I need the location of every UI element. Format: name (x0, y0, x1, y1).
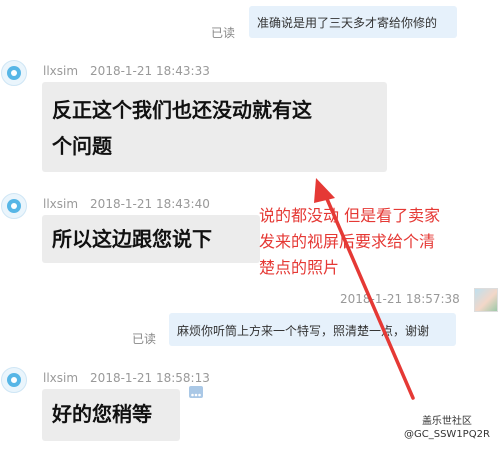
watermark-line: @GC_SSW1PQ2R (404, 429, 490, 440)
annotation-line: 说的都没动 但是看了卖家 (259, 206, 441, 225)
watermark-line: 盖乐世社区 (421, 416, 472, 427)
annotation-line: 楚点的照片 (259, 258, 340, 277)
annotation-text: 说的都没动 但是看了卖家 发来的视屏后要求给个清 楚点的照片 (259, 203, 440, 281)
watermark: 盖乐世社区 @GC_SSW1PQ2R (404, 415, 490, 441)
annotation-line: 发来的视屏后要求给个清 (259, 232, 436, 251)
